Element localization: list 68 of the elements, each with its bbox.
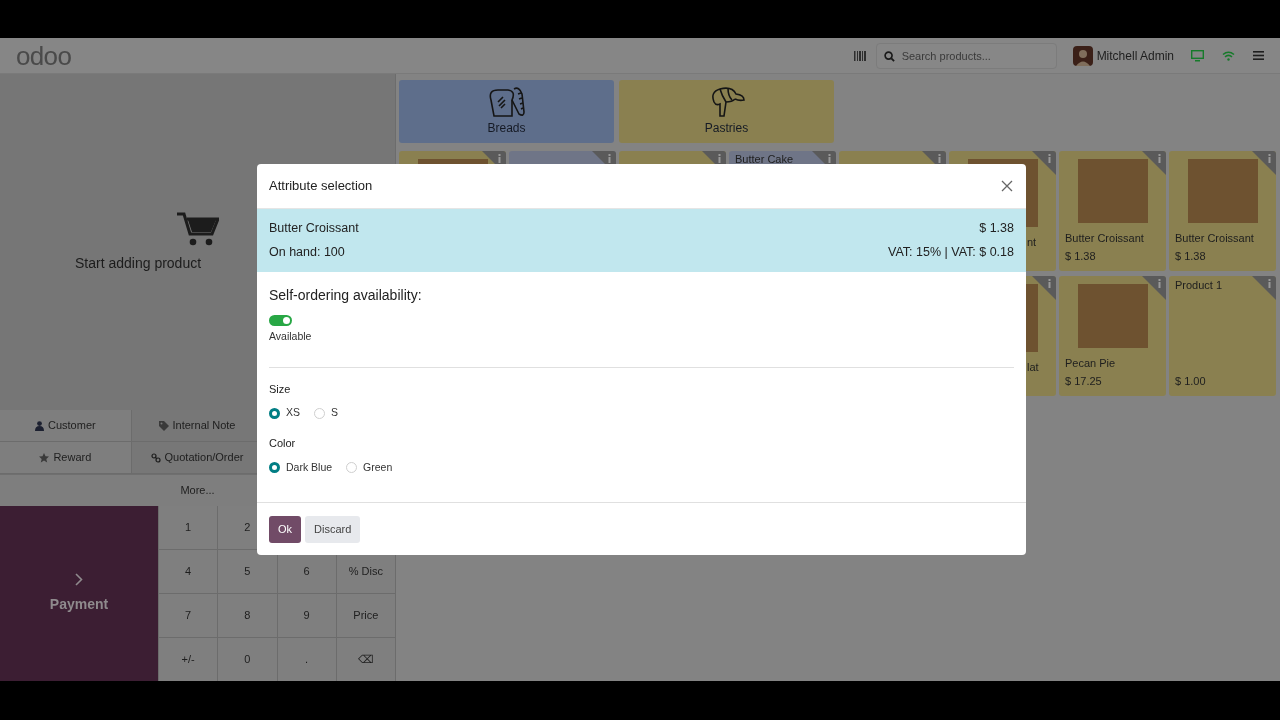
radio-button[interactable] bbox=[269, 407, 280, 419]
numpad-key[interactable]: 1 bbox=[159, 506, 218, 549]
product-price: $ 1.38 bbox=[979, 220, 1014, 238]
product-tile[interactable]: Product 1 $ 1.00 bbox=[1169, 276, 1276, 396]
on-hand-quantity: On hand: 100 bbox=[269, 244, 345, 261]
product-name: Butter Croissant bbox=[269, 220, 359, 238]
barcode-icon[interactable] bbox=[853, 50, 866, 61]
star-icon bbox=[39, 452, 50, 463]
radio-option[interactable]: Dark Blue bbox=[269, 459, 333, 476]
cart-icon bbox=[176, 210, 219, 247]
payment-button[interactable]: Payment bbox=[0, 506, 158, 681]
ok-button[interactable]: Ok bbox=[269, 515, 302, 543]
availability-toggle[interactable] bbox=[269, 315, 292, 326]
radio-option[interactable]: S bbox=[314, 405, 339, 421]
numpad-key[interactable]: . bbox=[277, 638, 336, 681]
availability-heading: Self-ordering availability: bbox=[269, 286, 423, 305]
chevron-right-icon bbox=[75, 572, 83, 586]
close-icon[interactable] bbox=[1001, 180, 1013, 192]
product-name: Butter Croissant bbox=[1174, 232, 1255, 245]
search-field[interactable]: Search products... bbox=[875, 42, 1057, 69]
numpad-key[interactable]: 4 bbox=[159, 550, 218, 593]
link-icon bbox=[150, 452, 161, 463]
availability-label: Available bbox=[269, 329, 313, 344]
numpad-key[interactable]: 7 bbox=[159, 594, 218, 637]
user-name[interactable]: Mitchell Admin bbox=[1096, 46, 1174, 65]
product-price: $ 1.38 bbox=[1064, 250, 1097, 263]
user-icon bbox=[35, 420, 44, 431]
product-name: Butter Cake bbox=[734, 153, 795, 166]
odoo-logo: odoo bbox=[16, 42, 72, 69]
bread-icon bbox=[487, 86, 526, 118]
product-name: lat bbox=[1026, 361, 1040, 374]
attribute-label: Color bbox=[269, 436, 296, 451]
photo-placeholder bbox=[1077, 159, 1148, 223]
empty-order-message: Start adding product bbox=[75, 253, 202, 273]
category-button[interactable]: Breads bbox=[399, 80, 614, 143]
tax-info: VAT: 15% | VAT: $ 0.18 bbox=[888, 244, 1014, 261]
action-button[interactable]: Customer bbox=[0, 410, 132, 442]
menu-icon[interactable] bbox=[1253, 51, 1264, 60]
numpad-key[interactable]: +/- bbox=[159, 638, 218, 681]
avatar-icon[interactable] bbox=[1072, 45, 1093, 66]
product-price: $ 17.25 bbox=[1064, 375, 1103, 388]
category-button[interactable]: Pastries bbox=[619, 80, 834, 143]
product-name: Pecan Pie bbox=[1064, 357, 1117, 370]
product-name: Butter Croissant bbox=[1064, 232, 1145, 245]
dialog-title: Attribute selection bbox=[269, 177, 373, 196]
numpad-key[interactable]: 8 bbox=[218, 594, 277, 637]
radio-button[interactable] bbox=[269, 461, 280, 473]
product-tile[interactable]: Butter Croissant $ 1.38 bbox=[1169, 151, 1276, 271]
product-name: Product 1 bbox=[1174, 279, 1224, 292]
product-price: $ 1.38 bbox=[1174, 250, 1207, 263]
photo-placeholder bbox=[1077, 284, 1148, 348]
product-tile[interactable]: Butter Croissant $ 1.38 bbox=[1059, 151, 1166, 271]
discard-button[interactable]: Discard bbox=[305, 515, 361, 543]
numpad-key[interactable]: Price bbox=[336, 594, 395, 637]
product-price: $ 1.00 bbox=[1174, 375, 1207, 388]
photo-placeholder bbox=[1187, 159, 1258, 223]
numpad-key[interactable]: 9 bbox=[277, 594, 336, 637]
numpad-key[interactable]: 0 bbox=[218, 638, 277, 681]
product-tile[interactable]: Pecan Pie $ 17.25 bbox=[1059, 276, 1166, 396]
tag-icon bbox=[158, 420, 169, 431]
radio-option[interactable]: Green bbox=[346, 459, 393, 476]
radio-option[interactable]: XS bbox=[269, 405, 300, 421]
product-name: nt bbox=[1026, 236, 1038, 249]
search-icon bbox=[883, 50, 895, 62]
attribute-label: Size bbox=[269, 381, 291, 397]
numpad-key[interactable]: ⌫ bbox=[336, 638, 395, 681]
action-button[interactable]: Reward bbox=[0, 442, 132, 474]
numpad-key[interactable]: 5 bbox=[218, 550, 277, 593]
